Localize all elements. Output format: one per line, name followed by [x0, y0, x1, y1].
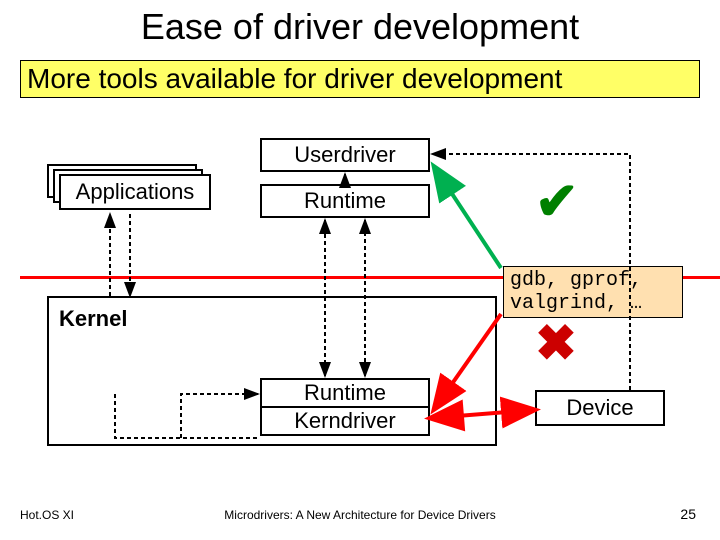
- slide-title: Ease of driver development: [0, 6, 720, 48]
- userdriver-box: Userdriver: [260, 138, 430, 172]
- footer-page-number: 25: [680, 506, 696, 522]
- cross-icon: ✖: [535, 318, 577, 368]
- kernel-label: Kernel: [59, 306, 131, 332]
- slide-subtitle: More tools available for driver developm…: [20, 60, 700, 98]
- kerndriver-box: Kerndriver: [260, 406, 430, 436]
- applications-box: Applications: [59, 174, 211, 210]
- check-icon: ✔: [535, 176, 579, 228]
- tools-label: gdb, gprof, valgrind, …: [503, 266, 683, 318]
- architecture-diagram: Applications Userdriver Runtime Kernel R…: [45, 118, 675, 458]
- footer-mid: Microdrivers: A New Architecture for Dev…: [0, 508, 720, 522]
- runtime-bottom-box: Runtime: [260, 378, 430, 408]
- runtime-top-box: Runtime: [260, 184, 430, 218]
- device-box: Device: [535, 390, 665, 426]
